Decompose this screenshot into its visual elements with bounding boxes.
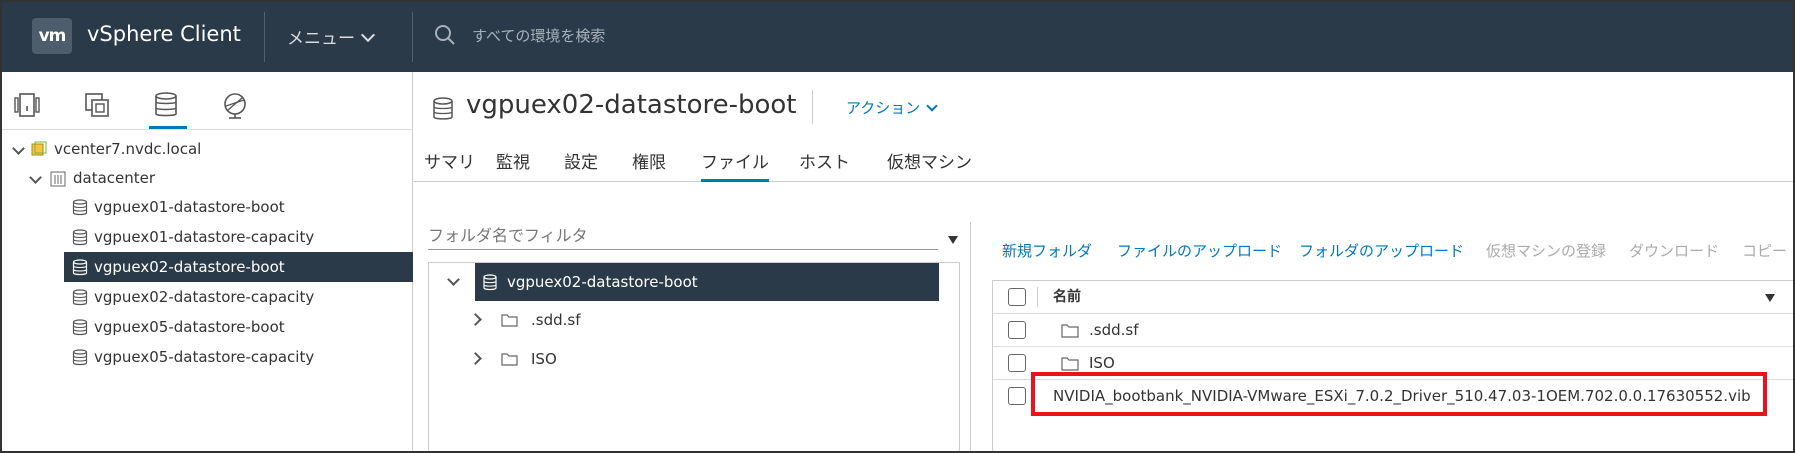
folder-tree-pane: vgpuex02-datastore-boot .sdd.sf ISO	[428, 222, 968, 451]
folder-tree-root[interactable]: vgpuex02-datastore-boot	[475, 263, 939, 301]
select-all-checkbox[interactable]	[1008, 288, 1026, 306]
tree-node-label: vgpuex02-datastore-capacity	[94, 288, 315, 306]
search-input[interactable]	[472, 22, 872, 50]
actions-label: アクション	[846, 99, 921, 117]
column-header-name[interactable]: 名前	[1053, 281, 1081, 314]
tree-node-label: vgpuex05-datastore-boot	[94, 318, 285, 336]
app-window: vm vSphere Client メニュー すべての環境を検索 vcenter…	[0, 0, 1795, 453]
object-tabs: サマリ 監視 設定 権限 ファイル ホスト 仮想マシン	[414, 140, 1793, 182]
header-divider	[264, 12, 265, 62]
tree-node-datastore[interactable]: vgpuex05-datastore-capacity	[2, 342, 413, 372]
file-name: ISO	[1089, 354, 1115, 372]
datacenter-icon	[50, 171, 66, 187]
datastore-icon	[483, 274, 497, 291]
tab-files[interactable]: ファイル	[701, 148, 769, 182]
table-row[interactable]: ISO	[993, 347, 1793, 380]
file-name: NVIDIA_bootbank_NVIDIA-VMware_ESXi_7.0.2…	[1053, 387, 1751, 405]
vcenter-icon	[31, 141, 47, 156]
tree-node-datastore[interactable]: vgpuex02-datastore-capacity	[2, 282, 413, 312]
folder-tree-item[interactable]: ISO	[469, 340, 939, 378]
tree-node-label: vgpuex02-datastore-boot	[94, 258, 285, 276]
tree-node-vcenter[interactable]: vcenter7.nvdc.local	[2, 134, 413, 164]
vmware-logo[interactable]: vm	[32, 18, 72, 54]
filter-icon[interactable]	[948, 236, 958, 244]
chevron-right-icon[interactable]	[469, 313, 482, 326]
chevron-down-icon	[360, 27, 376, 43]
networking-icon[interactable]	[220, 90, 250, 120]
upload-files-button[interactable]: ファイルのアップロード	[1117, 240, 1282, 261]
header-divider	[412, 12, 413, 62]
copy-button[interactable]: コピー	[1742, 240, 1787, 261]
tree-node-datastore[interactable]: vgpuex01-datastore-capacity	[2, 222, 413, 252]
tab-vms[interactable]: 仮想マシン	[887, 148, 972, 182]
tab-summary[interactable]: サマリ	[424, 148, 475, 182]
chevron-down-icon[interactable]	[12, 142, 25, 155]
hosts-clusters-icon[interactable]	[12, 90, 42, 120]
app-title[interactable]: vSphere Client	[87, 22, 241, 46]
navigator-sidebar: vcenter7.nvdc.local datacenter vgpuex01-…	[2, 72, 413, 451]
search-icon	[435, 25, 455, 45]
folder-icon	[501, 314, 518, 327]
folder-icon	[1061, 357, 1079, 371]
tab-hosts[interactable]: ホスト	[799, 148, 850, 182]
datagrid-header: 名前	[993, 281, 1793, 314]
upload-folder-button[interactable]: フォルダのアップロード	[1299, 240, 1464, 261]
file-datagrid: 名前 .sdd.sf ISO NVIDIA_bootbank_NVIDIA-VM…	[992, 280, 1793, 451]
tree-node-label: vgpuex01-datastore-boot	[94, 198, 285, 216]
tab-permissions[interactable]: 権限	[632, 148, 666, 182]
datastore-icon	[72, 319, 88, 336]
storage-icon[interactable]	[149, 90, 187, 129]
file-name: .sdd.sf	[1089, 321, 1139, 339]
datastore-icon	[72, 229, 88, 246]
folder-tree-item[interactable]: .sdd.sf	[469, 301, 939, 339]
tree-node-label: vgpuex05-datastore-capacity	[94, 348, 315, 366]
title-divider	[812, 90, 813, 124]
chevron-right-icon[interactable]	[469, 352, 482, 365]
tree-node-datastore[interactable]: vgpuex01-datastore-boot	[2, 192, 413, 222]
column-separator	[1037, 287, 1038, 307]
page-title: vgpuex02-datastore-boot	[466, 90, 797, 120]
folder-filter-input[interactable]	[428, 222, 938, 250]
actions-dropdown[interactable]: アクション	[846, 97, 938, 118]
datastore-icon	[433, 97, 453, 120]
chevron-down-icon[interactable]	[447, 273, 460, 286]
tree-node-label: datacenter	[73, 169, 156, 187]
folder-tree-item-label: .sdd.sf	[531, 311, 581, 329]
chevron-down-icon	[926, 100, 938, 112]
folder-icon	[501, 353, 518, 366]
datastore-icon	[72, 349, 88, 366]
main-content: vgpuex02-datastore-boot アクション サマリ 監視 設定 …	[414, 72, 1793, 451]
tree-node-datastore[interactable]: vgpuex02-datastore-boot	[64, 252, 413, 282]
datastore-icon	[72, 199, 88, 216]
tree-node-label: vgpuex01-datastore-capacity	[94, 228, 315, 246]
datastore-icon	[72, 259, 88, 276]
tree-node-label: vcenter7.nvdc.local	[54, 140, 202, 158]
tree-node-datastore[interactable]: vgpuex05-datastore-boot	[2, 312, 413, 342]
row-checkbox[interactable]	[1008, 354, 1026, 372]
tab-monitor[interactable]: 監視	[496, 148, 530, 182]
pane-splitter[interactable]	[970, 222, 971, 451]
datastore-icon	[72, 289, 88, 306]
folder-tree: vgpuex02-datastore-boot .sdd.sf ISO	[428, 262, 960, 451]
vms-templates-icon[interactable]	[82, 90, 112, 120]
folder-tree-item-label: ISO	[531, 350, 557, 368]
chevron-down-icon[interactable]	[29, 171, 42, 184]
top-navigation-bar: vm vSphere Client メニュー	[2, 2, 1793, 72]
folder-tree-root-label: vgpuex02-datastore-boot	[507, 273, 698, 291]
menu-button[interactable]: メニュー	[287, 24, 376, 49]
filter-icon[interactable]	[1765, 294, 1775, 302]
new-folder-button[interactable]: 新規フォルダ	[1002, 240, 1092, 261]
navigator-view-tabs	[2, 72, 413, 130]
tree-node-datacenter[interactable]: datacenter	[2, 163, 413, 193]
download-button[interactable]: ダウンロード	[1629, 240, 1719, 261]
register-vm-button[interactable]: 仮想マシンの登録	[1486, 240, 1606, 261]
row-checkbox[interactable]	[1008, 321, 1026, 339]
folder-icon	[1061, 324, 1079, 338]
row-checkbox[interactable]	[1008, 387, 1026, 405]
table-row[interactable]: NVIDIA_bootbank_NVIDIA-VMware_ESXi_7.0.2…	[993, 380, 1793, 413]
menu-label: メニュー	[287, 29, 355, 49]
tab-configure[interactable]: 設定	[564, 148, 598, 182]
table-row[interactable]: .sdd.sf	[993, 314, 1793, 347]
